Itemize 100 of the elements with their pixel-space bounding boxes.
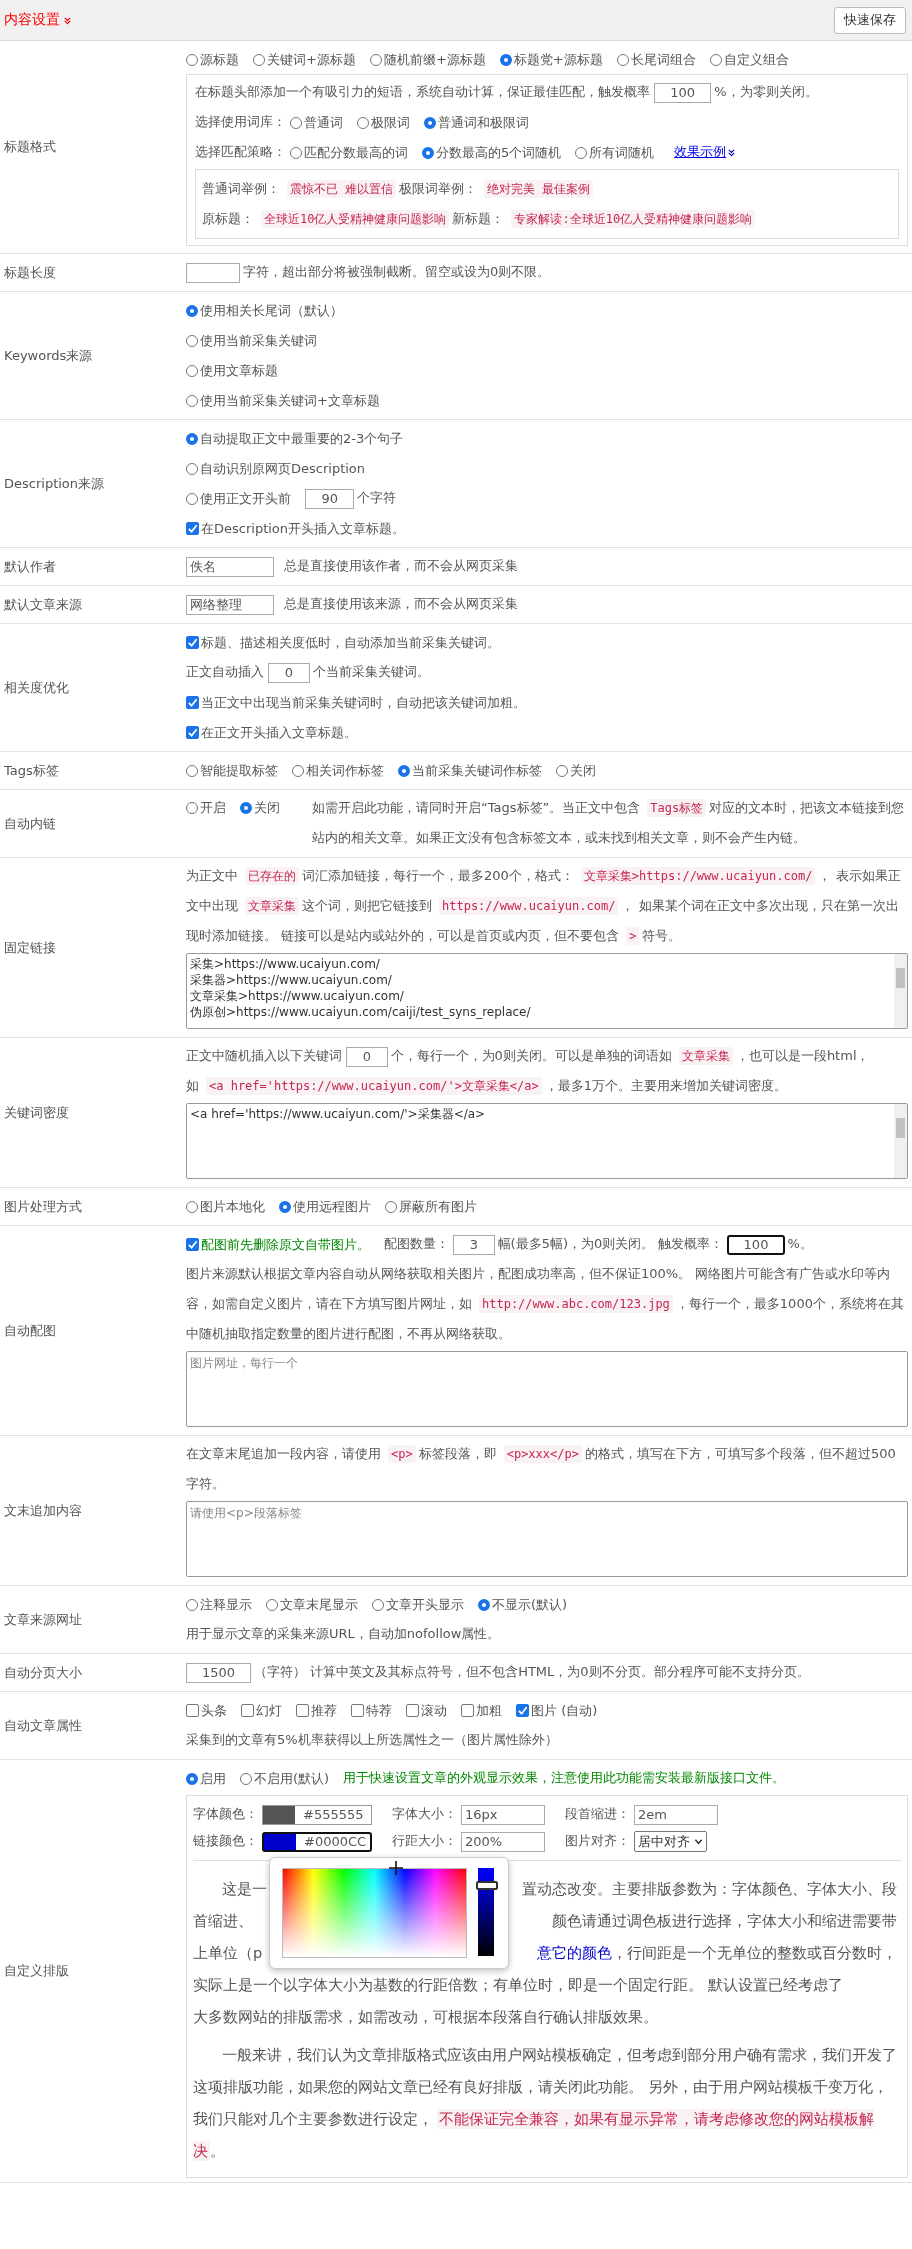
radio-option[interactable]: 使用当前采集关键词: [186, 330, 317, 351]
radio-option[interactable]: 自定义组合: [709, 49, 789, 70]
radio-icon[interactable]: [292, 764, 304, 777]
radio-icon[interactable]: [186, 1200, 198, 1213]
radio-icon[interactable]: [279, 1200, 291, 1213]
radio-option[interactable]: 自动识别原网页Description: [186, 458, 366, 479]
text-input[interactable]: 佚名: [186, 556, 274, 577]
radio-icon[interactable]: [422, 146, 434, 159]
radio-option[interactable]: 不显示(默认): [478, 1594, 568, 1615]
radio-option[interactable]: 图片本地化: [186, 1196, 265, 1217]
radio-icon[interactable]: [369, 53, 382, 66]
radio-icon[interactable]: [385, 1200, 397, 1213]
checkbox-icon[interactable]: [351, 1704, 364, 1717]
radio-option[interactable]: 源标题: [186, 49, 239, 70]
checkbox-icon[interactable]: [186, 636, 199, 649]
radio-option[interactable]: 开启: [186, 798, 226, 818]
radio-option[interactable]: 关闭: [556, 760, 596, 781]
radio-icon[interactable]: [616, 53, 629, 66]
radio-option[interactable]: 普通词和极限词: [424, 112, 529, 133]
radio-icon[interactable]: [186, 462, 198, 475]
radio-icon[interactable]: [186, 1598, 198, 1611]
radio-icon[interactable]: [556, 764, 568, 777]
color-spectrum[interactable]: [282, 1868, 467, 1958]
number-input[interactable]: 3: [453, 1234, 495, 1255]
checkbox-option[interactable]: 特荐: [351, 1700, 392, 1721]
number-input[interactable]: 90: [305, 488, 355, 509]
checkbox-option[interactable]: 幻灯: [241, 1700, 282, 1721]
radio-option[interactable]: 所有词随机: [575, 142, 655, 163]
color-input[interactable]: #555555: [262, 1804, 372, 1825]
radio-icon[interactable]: [240, 802, 252, 814]
number-input[interactable]: 0: [346, 1046, 388, 1067]
checkbox-icon[interactable]: [186, 696, 199, 709]
number-input[interactable]: 100: [727, 1234, 785, 1255]
radio-icon[interactable]: [266, 1598, 278, 1611]
radio-option[interactable]: 智能提取标签: [186, 760, 278, 781]
radio-option[interactable]: 匹配分数最高的词: [290, 142, 408, 163]
radio-option[interactable]: 极限词: [357, 112, 410, 133]
checkbox-icon[interactable]: [406, 1704, 419, 1717]
checkbox-icon[interactable]: [296, 1704, 309, 1717]
radio-option[interactable]: 使用正文开头前: [186, 488, 291, 509]
radio-icon[interactable]: [186, 394, 198, 407]
radio-option[interactable]: 文章末尾显示: [266, 1594, 358, 1615]
checkbox-option[interactable]: 滚动: [406, 1700, 447, 1721]
radio-option[interactable]: 注释显示: [186, 1594, 252, 1615]
radio-option[interactable]: 启用: [186, 1768, 226, 1789]
number-input[interactable]: 0: [268, 662, 310, 683]
checkbox-option[interactable]: 当正文中出现当前采集关键词时，自动把该关键词加粗。: [186, 692, 526, 713]
scrollbar[interactable]: [894, 954, 907, 1028]
checkbox-option[interactable]: 标题、描述相关度低时，自动添加当前采集关键词。: [186, 632, 500, 653]
radio-option[interactable]: 使用文章标题: [186, 360, 278, 381]
checkbox-icon[interactable]: [186, 1238, 199, 1251]
radio-icon[interactable]: [186, 334, 198, 347]
hue-handle[interactable]: [476, 1880, 498, 1890]
text-input[interactable]: 2em: [634, 1804, 718, 1825]
number-input[interactable]: 100: [654, 82, 712, 103]
checkbox-option[interactable]: 加粗: [461, 1700, 502, 1721]
radio-icon[interactable]: [253, 53, 265, 66]
radio-icon[interactable]: [186, 764, 198, 777]
textarea-field[interactable]: 请使用<p>段落标签: [186, 1501, 908, 1577]
radio-option[interactable]: 自动提取正文中最重要的2-3个句子: [186, 428, 404, 449]
radio-option[interactable]: 屏蔽所有图片: [385, 1196, 477, 1217]
example-link[interactable]: 效果示例: [674, 137, 737, 167]
radio-option[interactable]: 不启用(默认): [240, 1768, 330, 1789]
radio-icon[interactable]: [186, 802, 198, 814]
text-input[interactable]: 16px: [461, 1804, 545, 1825]
radio-icon[interactable]: [290, 146, 302, 159]
radio-option[interactable]: 随机前缀+源标题: [369, 49, 486, 70]
crosshair-icon[interactable]: [388, 1860, 404, 1876]
radio-icon[interactable]: [186, 492, 198, 505]
radio-option[interactable]: 普通词: [290, 112, 343, 133]
checkbox-icon[interactable]: [241, 1704, 254, 1717]
align-select[interactable]: 居中对齐: [634, 1831, 707, 1852]
text-input[interactable]: 200%: [461, 1831, 545, 1852]
radio-option[interactable]: 标题党+源标题: [499, 49, 603, 70]
checkbox-icon[interactable]: [186, 522, 199, 535]
checkbox-icon[interactable]: [461, 1704, 474, 1717]
radio-option[interactable]: 使用当前采集关键词+文章标题: [186, 390, 380, 411]
radio-icon[interactable]: [372, 1598, 384, 1611]
checkbox-option[interactable]: 在Description开头插入文章标题。: [186, 518, 406, 539]
checkbox-option[interactable]: 在正文开头插入文章标题。: [186, 722, 357, 743]
radio-option[interactable]: 当前采集关键词作标签: [398, 760, 542, 781]
color-input[interactable]: #0000CC: [262, 1831, 372, 1852]
checkbox-icon[interactable]: [516, 1704, 529, 1717]
radio-option[interactable]: 分数最高的5个词随机: [422, 142, 562, 163]
radio-icon[interactable]: [709, 53, 722, 66]
radio-icon[interactable]: [424, 116, 436, 129]
radio-icon[interactable]: [240, 1772, 252, 1785]
checkbox-option[interactable]: 配图前先删除原文自带图片。: [186, 1234, 370, 1255]
radio-icon[interactable]: [357, 116, 369, 129]
radio-option[interactable]: 使用远程图片: [279, 1196, 371, 1217]
checkbox-option[interactable]: 推荐: [296, 1700, 337, 1721]
number-input[interactable]: 1500: [186, 1662, 251, 1683]
quick-save-button[interactable]: 快速保存: [834, 6, 906, 34]
checkbox-icon[interactable]: [186, 1704, 199, 1717]
radio-icon[interactable]: [186, 53, 198, 66]
radio-option[interactable]: 关键词+源标题: [253, 49, 356, 70]
radio-option[interactable]: 长尾词组合: [616, 49, 696, 70]
checkbox-option[interactable]: 头条: [186, 1700, 227, 1721]
number-input[interactable]: [186, 262, 240, 283]
radio-icon[interactable]: [478, 1598, 490, 1611]
